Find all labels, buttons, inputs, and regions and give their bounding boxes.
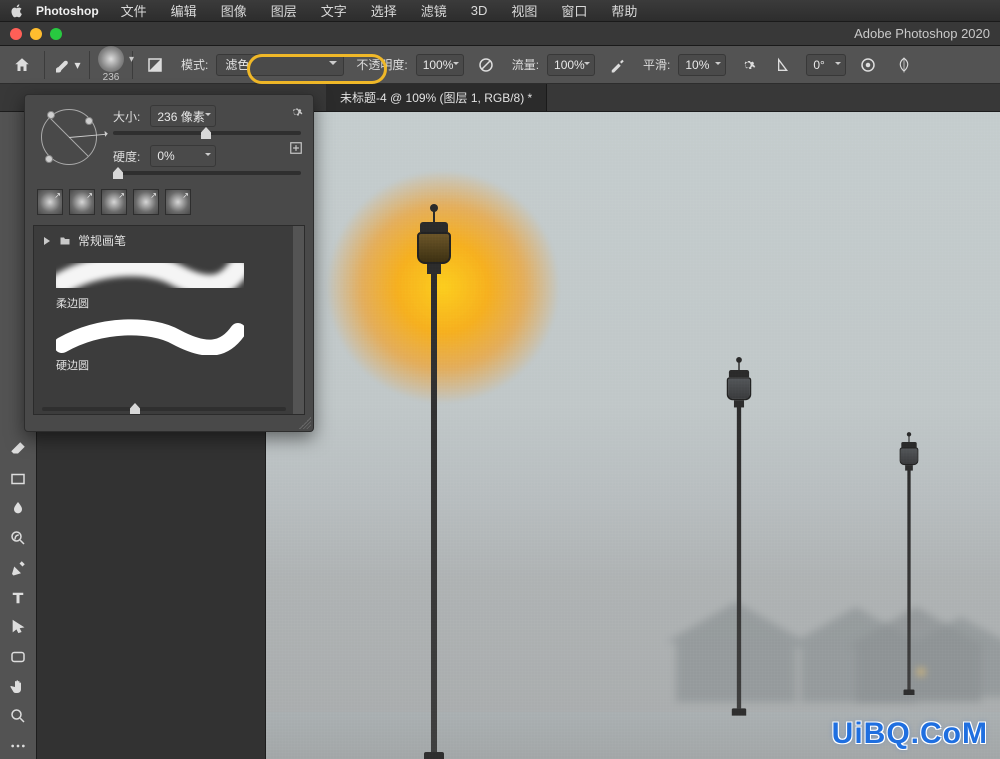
menu-layer[interactable]: 图层 [261,1,307,20]
watermark: UiBQ.CoM [832,717,988,751]
flow-label: 流量: [512,56,539,73]
recent-brushes: ↗ ↗ ↗ ↗ ↗ [25,179,313,215]
new-preset-icon[interactable] [289,141,303,155]
brush-thumbnail-size-slider[interactable] [42,407,286,411]
tool-pen[interactable] [5,555,31,581]
brush-hard-round[interactable] [56,317,244,355]
brush-hardness-input[interactable]: 0% [150,145,216,167]
apple-logo-icon [10,4,24,18]
window-controls [10,28,62,40]
maximize-window-button[interactable] [50,28,62,40]
brush-preset-panel: 大小: 236 像素 硬度: 0% ↗ ↗ ↗ ↗ ↗ 常规画笔 [24,94,314,432]
tool-path-select[interactable] [5,614,31,640]
menu-select[interactable]: 选择 [361,1,407,20]
recent-brush-4[interactable]: ↗ [133,189,159,215]
window-title: Adobe Photoshop 2020 [854,26,990,41]
close-window-button[interactable] [10,28,22,40]
divider [44,51,45,79]
tool-zoom-alt[interactable] [5,525,31,551]
mode-label: 模式: [181,56,208,73]
window-titlebar: Adobe Photoshop 2020 [0,22,1000,46]
flow-input[interactable]: 100% [547,54,595,76]
brush-hardness-slider[interactable] [113,171,301,175]
gear-icon[interactable] [289,105,303,119]
menu-3d[interactable]: 3D [461,3,498,18]
divider [89,51,90,79]
blend-mode-select[interactable]: 滤色 [216,54,344,76]
brush-hard-round-label: 硬边圆 [56,357,296,373]
tool-rectangle[interactable] [5,466,31,492]
brush-size-input[interactable]: 236 像素 [150,105,216,127]
brush-angle-widget[interactable] [37,105,101,169]
recent-brush-2[interactable]: ↗ [69,189,95,215]
menu-file[interactable]: 文件 [111,1,157,20]
brush-preset-picker[interactable]: 236 ▾ [98,46,124,83]
smoothing-label: 平滑: [643,56,670,73]
document-canvas[interactable]: UiBQ.CoM [266,112,1000,759]
menu-help[interactable]: 帮助 [601,1,647,20]
options-bar: ▾ 236 ▾ 模式: 滤色 不透明度: 100% 流量: 100% 平滑: 1… [0,46,1000,84]
tool-hand[interactable] [5,674,31,700]
brush-folder-label: 常规画笔 [78,232,126,249]
recent-brush-5[interactable]: ↗ [165,189,191,215]
menu-window[interactable]: 窗口 [551,1,597,20]
brush-hardness-label: 硬度: [113,148,140,165]
home-button[interactable] [8,51,36,79]
app-name: Photoshop [28,4,107,18]
menu-filter[interactable]: 滤镜 [411,1,457,20]
brush-soft-round-label: 柔边圆 [56,295,296,311]
menu-image[interactable]: 图像 [211,1,257,20]
tool-more[interactable] [5,733,31,759]
document-tab[interactable]: 未标题-4 @ 109% (图层 1, RGB/8) * [326,84,547,111]
tool-zoom[interactable] [5,704,31,730]
recent-brush-3[interactable]: ↗ [101,189,127,215]
brush-size-label: 大小: [113,108,140,125]
panel-resize-grip[interactable] [299,417,311,429]
menu-edit[interactable]: 编辑 [161,1,207,20]
blend-mode-value: 滤色 [225,56,249,73]
brush-folder[interactable]: 常规画笔 [42,232,296,249]
opacity-pressure-button[interactable] [472,51,500,79]
streetlamp-2 [726,370,752,716]
brush-soft-round[interactable] [56,255,244,293]
minimize-window-button[interactable] [30,28,42,40]
brush-size-slider[interactable] [113,131,301,135]
brush-size-readout: 236 [103,72,120,83]
angle-icon [770,51,798,79]
angle-input[interactable]: 0° [806,54,846,76]
tool-type[interactable] [5,585,31,611]
menu-type[interactable]: 文字 [311,1,357,20]
opacity-input[interactable]: 100% [416,54,464,76]
symmetry-button[interactable] [890,51,918,79]
tool-preset-brush-icon[interactable]: ▾ [53,51,81,79]
airbrush-button[interactable] [603,51,631,79]
tool-eraser[interactable] [5,436,31,462]
tool-shape[interactable] [5,644,31,670]
brush-settings-button[interactable] [141,51,169,79]
opacity-label: 不透明度: [356,56,407,73]
smoothing-input[interactable]: 10% [678,54,726,76]
smoothing-options-button[interactable] [734,51,762,79]
recent-brush-1[interactable]: ↗ [37,189,63,215]
streetlamp-3 [899,442,919,695]
pressure-size-button[interactable] [854,51,882,79]
menu-view[interactable]: 视图 [501,1,547,20]
macos-menubar: Photoshop 文件 编辑 图像 图层 文字 选择 滤镜 3D 视图 窗口 … [0,0,1000,22]
streetlamp-1 [416,222,452,759]
brush-preview-icon [98,46,124,72]
brush-list: 常规画笔 柔边圆 硬边圆 [33,225,305,415]
tool-blur[interactable] [5,495,31,521]
